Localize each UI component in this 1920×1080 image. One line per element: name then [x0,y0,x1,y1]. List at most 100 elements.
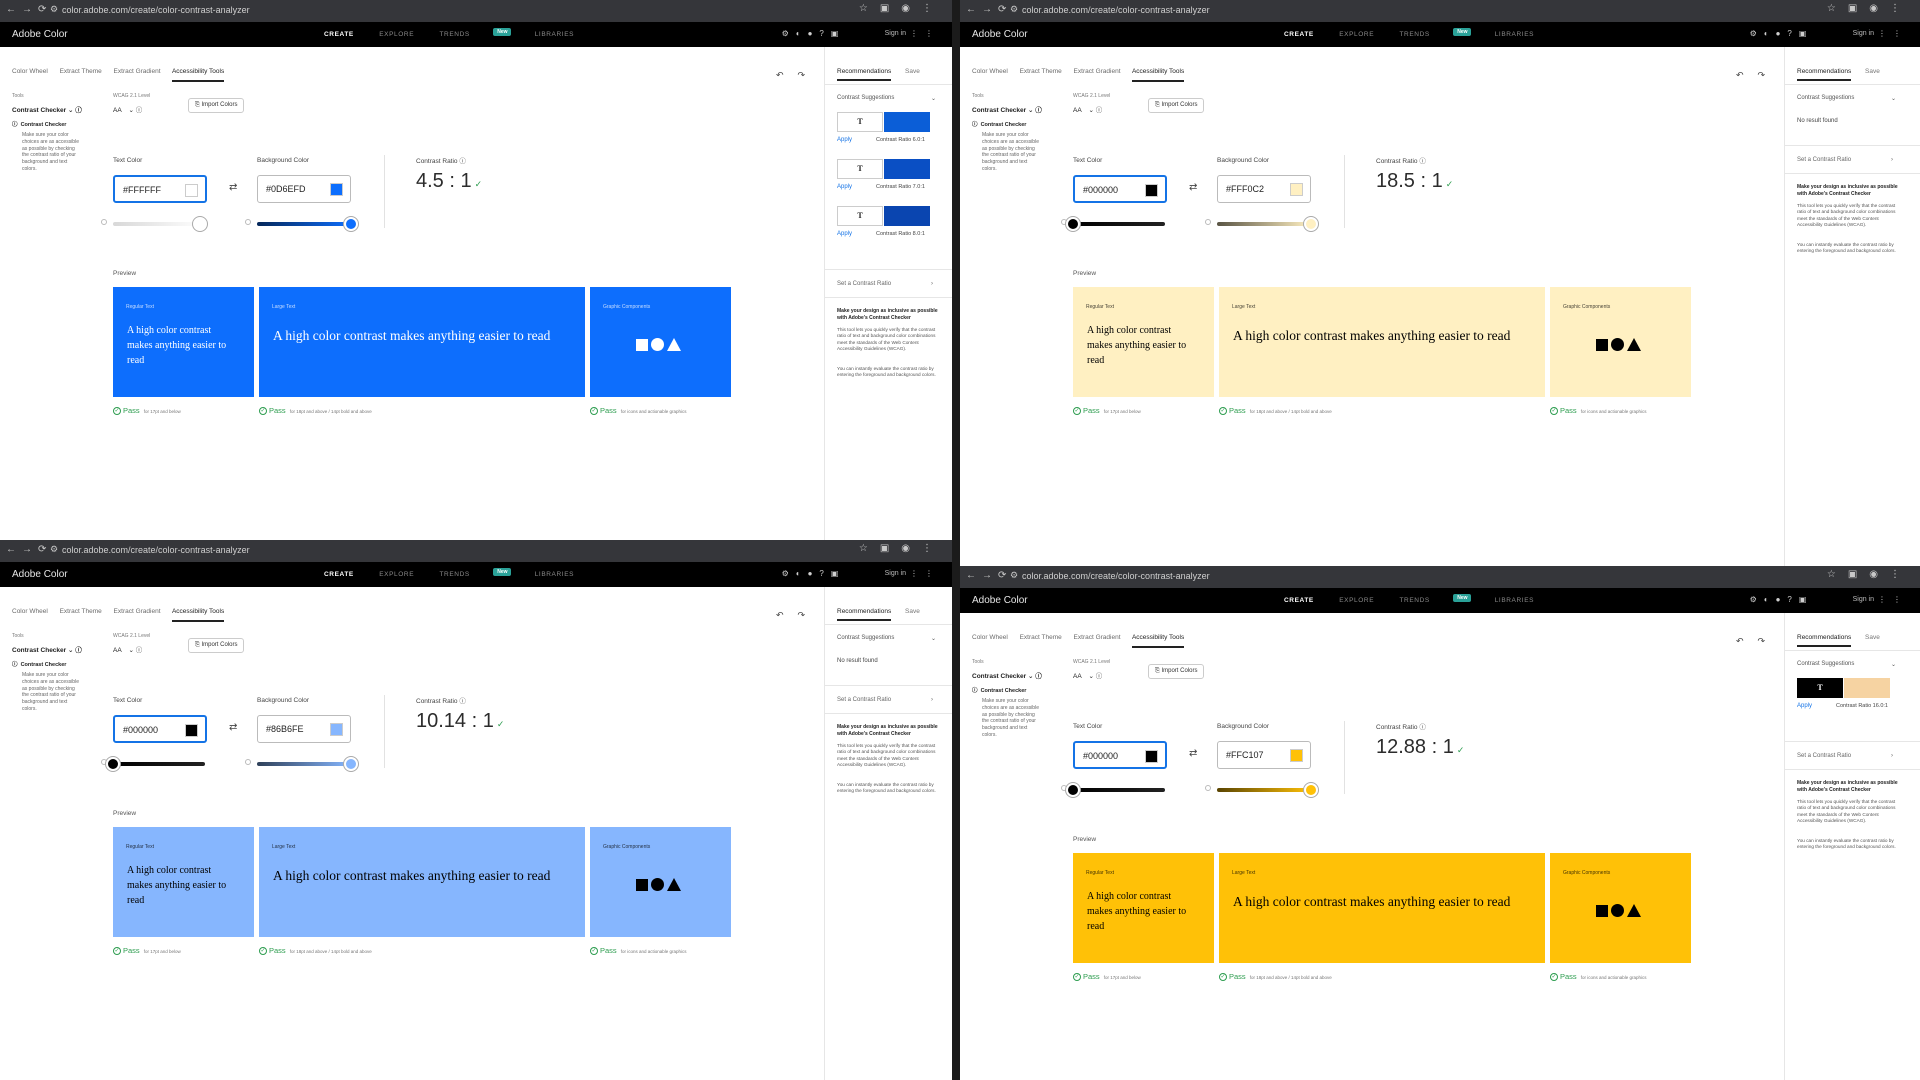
address-bar[interactable]: color.adobe.com/create/color-contrast-an… [62,5,250,15]
browser-actions-icons[interactable]: ☆▣◉⋮ [859,3,944,14]
tab-color-wheel[interactable]: Color Wheel [12,608,48,615]
address-bar[interactable]: color.adobe.com/create/color-contrast-an… [1022,5,1210,15]
background-color-swatch[interactable] [1290,183,1303,196]
import-colors-button[interactable]: ⎘ Import Colors [188,98,245,113]
tab-extract-gradient[interactable]: Extract Gradient [114,608,161,615]
tab-accessibility-tools[interactable]: Accessibility Tools [171,608,225,622]
text-slider-knob[interactable] [1066,783,1080,797]
tab-color-wheel[interactable]: Color Wheel [12,68,48,75]
tab-accessibility-tools[interactable]: Accessibility Tools [171,68,225,82]
nav-create[interactable]: CREATE [1284,597,1314,604]
address-bar[interactable]: color.adobe.com/create/color-contrast-an… [1022,571,1210,581]
nav-lab[interactable]: NewLAB [1453,28,1472,38]
nav-trends[interactable]: TRENDS [439,31,469,38]
contrast-suggestions-toggle[interactable]: Contrast Suggestions ⌄ [1797,661,1896,668]
brand-logo[interactable]: Adobe Color [972,595,1028,606]
background-color-input[interactable]: #0D6EFD [257,175,351,203]
tool-select[interactable]: Contrast Checker ⌄ ⓘ [12,104,82,114]
nav-lab[interactable]: NewLAB [493,28,512,38]
header-tools-icons[interactable]: ⚙◐●?▣ ⋮⋮ [782,569,940,578]
tab-accessibility-tools[interactable]: Accessibility Tools [1131,634,1185,648]
swap-colors-icon[interactable]: ⇄ [1189,748,1197,759]
site-info-icon[interactable]: ⚙ [1010,4,1018,15]
header-tools-icons[interactable]: ⚙◐●?▣ ⋮⋮ [1750,29,1908,38]
tab-save[interactable]: Save [905,608,920,615]
text-brightness-slider[interactable] [106,757,205,771]
contrast-suggestions-toggle[interactable]: Contrast Suggestions ⌄ [837,635,936,642]
nav-trends[interactable]: TRENDS [439,571,469,578]
text-brightness-slider[interactable] [1066,217,1165,231]
swap-colors-icon[interactable]: ⇄ [1189,182,1197,193]
set-contrast-ratio[interactable]: Set a Contrast Ratio › [1797,157,1893,163]
bg-slider-knob[interactable] [1304,783,1318,797]
nav-explore[interactable]: EXPLORE [379,571,414,578]
nav-explore[interactable]: EXPLORE [1339,31,1374,38]
undo-redo-icons[interactable]: ↶↷ [776,610,819,621]
bg-slider-knob[interactable] [1304,217,1318,231]
swap-colors-icon[interactable]: ⇄ [229,722,237,733]
text-color-swatch[interactable] [185,724,198,737]
nav-create[interactable]: CREATE [1284,31,1314,38]
wcag-select[interactable]: AA ⌄ ⓘ [1073,670,1102,680]
text-slider-knob[interactable] [193,217,208,231]
browser-nav-icons[interactable]: ←→⟳ [6,4,52,15]
apply-link[interactable]: Apply [1797,703,1812,709]
tab-color-wheel[interactable]: Color Wheel [972,68,1008,75]
site-info-icon[interactable]: ⚙ [50,544,58,555]
background-color-input[interactable]: #FFC107 [1217,741,1311,769]
nav-libraries[interactable]: LIBRARIES [1495,31,1534,38]
background-brightness-slider[interactable] [257,757,358,771]
background-color-swatch[interactable] [330,723,343,736]
undo-redo-icons[interactable]: ↶↷ [1736,636,1779,647]
tab-accessibility-tools[interactable]: Accessibility Tools [1131,68,1185,82]
site-info-icon[interactable]: ⚙ [1010,570,1018,581]
import-colors-button[interactable]: ⎘ Import Colors [1148,98,1205,113]
tab-extract-theme[interactable]: Extract Theme [60,68,102,75]
tab-recommendations[interactable]: Recommendations [1797,634,1852,647]
contrast-suggestions-toggle[interactable]: Contrast Suggestions ⌄ [1797,95,1896,102]
nav-lab[interactable]: NewLAB [493,568,512,578]
tab-extract-gradient[interactable]: Extract Gradient [1074,634,1121,641]
brand-logo[interactable]: Adobe Color [972,29,1028,40]
tool-select[interactable]: Contrast Checker ⌄ ⓘ [972,104,1042,114]
bg-slider-knob[interactable] [344,757,358,771]
header-tools-icons[interactable]: ⚙◐●?▣ ⋮⋮ [1750,595,1908,604]
nav-trends[interactable]: TRENDS [1399,31,1429,38]
wcag-select[interactable]: AA ⌄ ⓘ [113,644,142,654]
bg-slider-knob[interactable] [344,217,358,231]
brand-logo[interactable]: Adobe Color [12,29,68,40]
text-color-input[interactable]: #000000 [113,715,207,743]
set-contrast-ratio[interactable]: Set a Contrast Ratio › [837,697,933,703]
tab-extract-theme[interactable]: Extract Theme [60,608,102,615]
brand-logo[interactable]: Adobe Color [12,569,68,580]
browser-actions-icons[interactable]: ☆▣◉⋮ [1827,3,1912,14]
header-tools-icons[interactable]: ⚙◐●?▣ ⋮⋮ [782,29,940,38]
tab-extract-gradient[interactable]: Extract Gradient [1074,68,1121,75]
wcag-select[interactable]: AA ⌄ ⓘ [113,104,142,114]
tool-select[interactable]: Contrast Checker ⌄ ⓘ [12,644,82,654]
nav-explore[interactable]: EXPLORE [1339,597,1374,604]
tab-extract-theme[interactable]: Extract Theme [1020,634,1062,641]
tab-recommendations[interactable]: Recommendations [837,68,892,81]
background-color-input[interactable]: #86B6FE [257,715,351,743]
background-brightness-slider[interactable] [1217,783,1318,797]
tab-save[interactable]: Save [1865,68,1880,75]
nav-libraries[interactable]: LIBRARIES [1495,597,1534,604]
apply-link[interactable]: Apply [837,137,852,143]
contrast-suggestions-toggle[interactable]: Contrast Suggestions ⌄ [837,95,936,102]
background-color-swatch[interactable] [330,183,343,196]
tab-save[interactable]: Save [905,68,920,75]
import-colors-button[interactable]: ⎘ Import Colors [1148,664,1205,679]
site-info-icon[interactable]: ⚙ [50,4,58,15]
address-bar[interactable]: color.adobe.com/create/color-contrast-an… [62,545,250,555]
text-slider-knob[interactable] [1066,217,1080,231]
background-color-input[interactable]: #FFF0C2 [1217,175,1311,203]
background-brightness-slider[interactable] [1217,217,1318,231]
browser-nav-icons[interactable]: ←→⟳ [966,4,1012,15]
set-contrast-ratio[interactable]: Set a Contrast Ratio › [1797,753,1893,759]
browser-nav-icons[interactable]: ←→⟳ [966,570,1012,581]
tab-recommendations[interactable]: Recommendations [837,608,892,621]
nav-create[interactable]: CREATE [324,571,354,578]
tab-color-wheel[interactable]: Color Wheel [972,634,1008,641]
text-color-swatch[interactable] [1145,750,1158,763]
